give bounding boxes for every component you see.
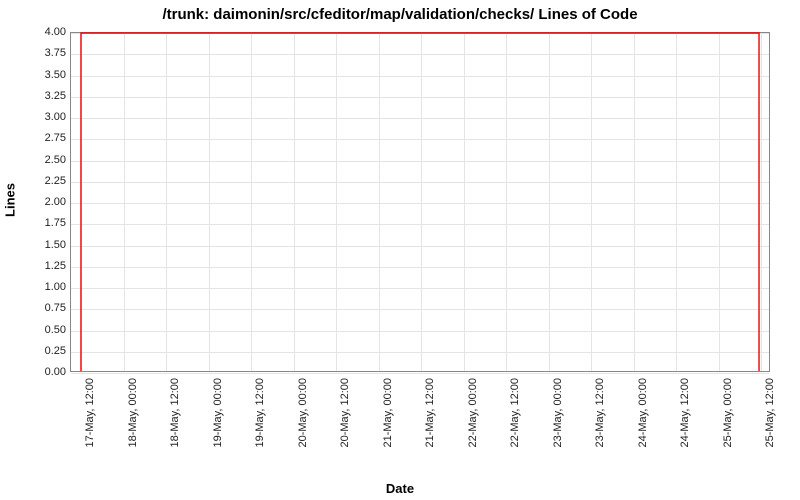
y-tick-label: 0.75 bbox=[6, 302, 66, 314]
y-tick-label: 2.25 bbox=[6, 175, 66, 187]
y-tick-label: 3.50 bbox=[6, 69, 66, 81]
y-tick-label: 1.25 bbox=[6, 260, 66, 272]
x-tick-label: 23-May, 12:00 bbox=[594, 378, 606, 488]
x-tick-label: 25-May, 12:00 bbox=[764, 378, 776, 488]
x-tick-label: 18-May, 12:00 bbox=[169, 378, 181, 488]
x-tick-label: 22-May, 12:00 bbox=[509, 378, 521, 488]
y-tick-label: 2.50 bbox=[6, 154, 66, 166]
y-tick-label: 1.75 bbox=[6, 217, 66, 229]
chart-title: /trunk: daimonin/src/cfeditor/map/valida… bbox=[0, 6, 800, 23]
y-tick-label: 0.50 bbox=[6, 324, 66, 336]
line-series bbox=[71, 33, 769, 371]
gridline-h bbox=[71, 373, 769, 374]
y-tick-label: 3.25 bbox=[6, 90, 66, 102]
x-tick-label: 24-May, 00:00 bbox=[637, 378, 649, 488]
x-tick-label: 20-May, 12:00 bbox=[339, 378, 351, 488]
y-tick-label: 3.75 bbox=[6, 47, 66, 59]
x-tick-label: 25-May, 00:00 bbox=[722, 378, 734, 488]
y-tick-label: 0.25 bbox=[6, 345, 66, 357]
x-tick-label: 19-May, 12:00 bbox=[254, 378, 266, 488]
x-tick-label: 18-May, 00:00 bbox=[127, 378, 139, 488]
x-tick-label: 24-May, 12:00 bbox=[679, 378, 691, 488]
y-tick-label: 3.00 bbox=[6, 111, 66, 123]
x-tick-label: 22-May, 00:00 bbox=[467, 378, 479, 488]
x-tick-label: 21-May, 00:00 bbox=[382, 378, 394, 488]
x-tick-label: 17-May, 12:00 bbox=[84, 378, 96, 488]
y-tick-label: 4.00 bbox=[6, 26, 66, 38]
y-tick-label: 2.00 bbox=[6, 196, 66, 208]
x-tick-label: 21-May, 12:00 bbox=[424, 378, 436, 488]
y-tick-label: 2.75 bbox=[6, 132, 66, 144]
y-tick-label: 1.00 bbox=[6, 281, 66, 293]
plot-area bbox=[70, 32, 770, 372]
x-tick-label: 20-May, 00:00 bbox=[297, 378, 309, 488]
x-tick-label: 19-May, 00:00 bbox=[212, 378, 224, 488]
series-line bbox=[81, 33, 759, 371]
x-axis-label: Date bbox=[0, 481, 800, 496]
y-tick-label: 0.00 bbox=[6, 366, 66, 378]
y-tick-label: 1.50 bbox=[6, 239, 66, 251]
x-tick-label: 23-May, 00:00 bbox=[552, 378, 564, 488]
